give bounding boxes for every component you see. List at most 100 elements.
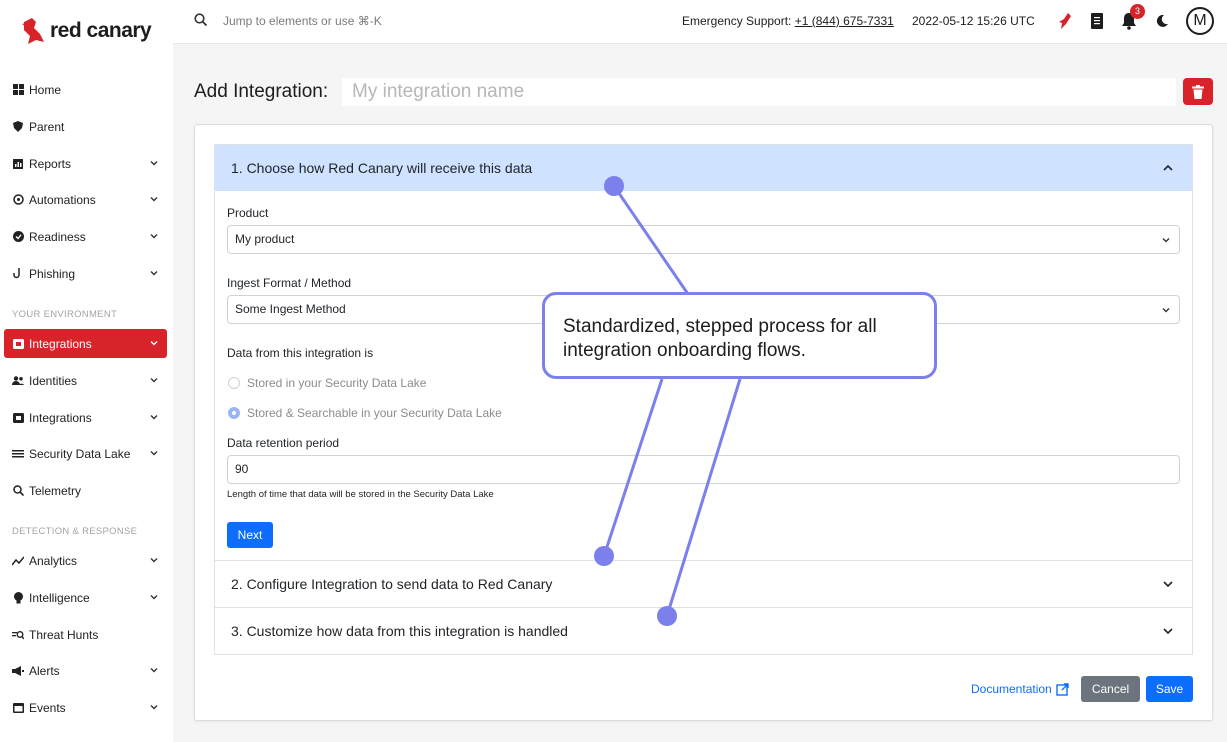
sidebar-item-readiness[interactable]: Readiness: [4, 222, 167, 251]
chevron-down-icon: [150, 595, 158, 600]
chevron-down-icon: [150, 558, 158, 563]
telemetry-icon: [12, 485, 24, 497]
users-icon: [12, 375, 24, 387]
sidebar-item-phishing[interactable]: Phishing: [4, 259, 167, 288]
chevron-down-icon: [150, 161, 158, 166]
timestamp: 2022-05-12 15:26 UTC: [912, 14, 1035, 28]
cancel-button[interactable]: Cancel: [1081, 676, 1140, 702]
radio-stored[interactable]: Stored in your Security Data Lake: [228, 376, 426, 390]
sidebar-item-label: Intelligence: [29, 590, 90, 605]
chevron-down-icon: [1163, 581, 1173, 588]
sidebar-item-label: Analytics: [29, 553, 78, 568]
sidebar-item-alerts[interactable]: Alerts: [4, 656, 167, 685]
sidebar-item-integrations-active[interactable]: Integrations: [4, 329, 167, 358]
sidebar-item-reports[interactable]: Reports: [4, 149, 167, 178]
step-2-panel: 2. Configure Integration to send data to…: [214, 561, 1193, 608]
canary-logo-icon: [22, 18, 44, 44]
radio-button[interactable]: [228, 377, 240, 389]
sidebar-item-label: Home: [29, 82, 62, 97]
sidebar-item-label: Integrations: [29, 410, 92, 425]
documentation-link[interactable]: Documentation: [971, 682, 1069, 696]
chevron-down-icon: [150, 668, 158, 673]
top-bar: Jump to elements or use ⌘-K Emergency Su…: [173, 0, 1227, 44]
sidebar-item-label: Events: [29, 700, 66, 715]
sidebar-item-label: Alerts: [29, 663, 60, 678]
integration-name-input[interactable]: My integration name: [342, 78, 1176, 106]
radio-searchable[interactable]: Stored & Searchable in your Security Dat…: [228, 406, 502, 420]
sidebar-item-events[interactable]: Events: [4, 693, 167, 722]
chevron-down-icon: [150, 415, 158, 420]
canary-icon[interactable]: [1057, 12, 1073, 30]
search-input[interactable]: Jump to elements or use ⌘-K: [223, 14, 382, 28]
sidebar-item-label: Parent: [29, 119, 65, 134]
shield-icon: [12, 121, 24, 133]
avatar[interactable]: M: [1186, 7, 1214, 35]
calendar-icon: [12, 702, 24, 714]
chevron-down-icon: [150, 378, 158, 383]
sidebar-item-security-data-lake[interactable]: Security Data Lake: [4, 439, 167, 468]
document-icon[interactable]: [1089, 12, 1105, 30]
search-icon[interactable]: [194, 13, 208, 27]
chevron-down-icon: [1162, 238, 1170, 243]
product-select[interactable]: My product: [227, 225, 1180, 254]
sidebar-item-label: Reports: [29, 156, 72, 171]
ingest-label: Ingest Format / Method: [227, 276, 352, 290]
megaphone-icon: [12, 665, 24, 677]
save-button[interactable]: Save: [1146, 676, 1193, 702]
sidebar-item-integrations[interactable]: Integrations: [4, 403, 167, 432]
step-2-title: 2. Configure Integration to send data to…: [231, 576, 553, 592]
sidebar-item-telemetry[interactable]: Telemetry: [4, 476, 167, 505]
sidebar-item-label: Integrations: [29, 336, 92, 351]
analytics-icon: [12, 555, 24, 567]
emergency-label: Emergency Support:: [682, 14, 792, 28]
next-button[interactable]: Next: [227, 522, 273, 548]
step-3-header[interactable]: 3. Customize how data from this integrat…: [215, 608, 1192, 654]
sidebar-item-automations[interactable]: Automations: [4, 185, 167, 214]
lake-icon: [12, 448, 24, 460]
step-1-header[interactable]: 1. Choose how Red Canary will receive th…: [215, 145, 1192, 191]
sidebar-item-label: Telemetry: [29, 483, 82, 498]
sidebar-item-label: Phishing: [29, 266, 76, 281]
chevron-up-icon: [1163, 164, 1173, 171]
callout-box: Standardized, stepped process for all in…: [542, 292, 937, 379]
hunt-icon: [12, 629, 24, 641]
step-2-header[interactable]: 2. Configure Integration to send data to…: [215, 561, 1192, 607]
sidebar-item-identities[interactable]: Identities: [4, 366, 167, 395]
retention-input[interactable]: 90: [227, 455, 1180, 484]
delete-button[interactable]: [1183, 78, 1213, 105]
emergency-support: Emergency Support: +1 (844) 675-7331: [682, 14, 894, 28]
logo[interactable]: red canary: [18, 14, 152, 48]
radio-button-selected[interactable]: [228, 407, 240, 419]
chevron-down-icon: [150, 197, 158, 202]
sidebar-item-threat-hunts[interactable]: Threat Hunts: [4, 620, 167, 649]
sidebar-item-label: Security Data Lake: [29, 446, 131, 461]
chevron-down-icon: [150, 341, 158, 346]
radio-searchable-label: Stored & Searchable in your Security Dat…: [247, 406, 502, 420]
notification-badge: 3: [1130, 4, 1145, 19]
chevron-down-icon: [1162, 308, 1170, 313]
moon-icon[interactable]: [1154, 12, 1170, 30]
step-3-panel: 3. Customize how data from this integrat…: [214, 608, 1193, 655]
plug-icon: [12, 338, 24, 350]
emergency-phone-link[interactable]: +1 (844) 675-7331: [795, 14, 894, 28]
chevron-down-icon: [1163, 628, 1173, 635]
documentation-label: Documentation: [971, 682, 1052, 696]
product-select-value: My product: [235, 232, 295, 246]
sidebar-item-intelligence[interactable]: Intelligence: [4, 583, 167, 612]
radio-stored-label: Stored in your Security Data Lake: [247, 376, 427, 390]
sidebar-item-home[interactable]: Home: [4, 75, 167, 104]
hook-icon: [12, 268, 24, 280]
sidebar-item-analytics[interactable]: Analytics: [4, 546, 167, 575]
sidebar-item-parent[interactable]: Parent: [4, 112, 167, 141]
product-label: Product: [227, 206, 269, 220]
check-circle-icon: [12, 231, 24, 243]
chevron-down-icon: [150, 705, 158, 710]
step-1-title: 1. Choose how Red Canary will receive th…: [231, 160, 533, 176]
chevron-down-icon: [150, 271, 158, 276]
data-storage-label: Data from this integration is: [227, 346, 374, 360]
section-detection-response: DETECTION & RESPONSE: [12, 526, 138, 537]
section-your-environment: YOUR ENVIRONMENT: [12, 309, 118, 320]
retention-help-text: Length of time that data will be stored …: [227, 489, 494, 500]
chevron-down-icon: [150, 451, 158, 456]
grid-icon: [12, 84, 24, 96]
